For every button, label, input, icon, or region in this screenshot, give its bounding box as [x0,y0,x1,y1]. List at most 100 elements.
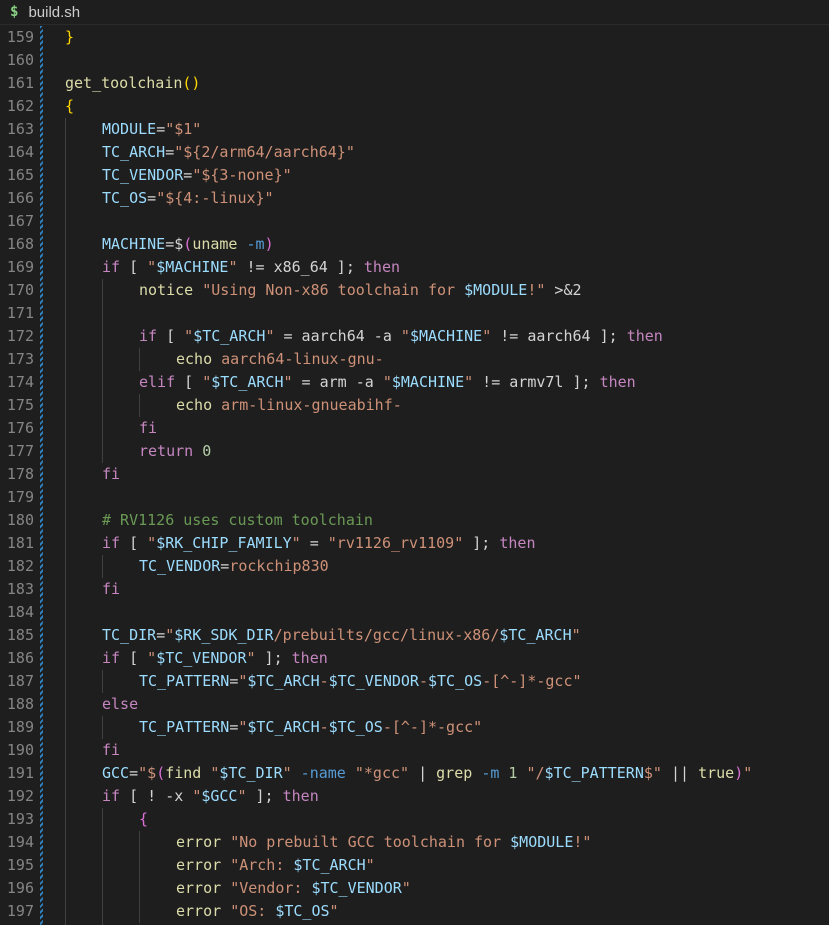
line-number: 172 [6,327,34,345]
code-line[interactable]: 188 else [0,693,829,716]
code-line[interactable]: 161 get_toolchain() [0,72,829,95]
code-line[interactable]: 175 echo arm-linux-gnueabihf- [0,394,829,417]
code-line[interactable]: 194 error "No prebuilt GCC toolchain for … [0,831,829,854]
editor-tab[interactable]: $ build.sh [0,0,829,25]
code-line[interactable]: 167 [0,210,829,233]
code-line[interactable]: 187 TC_PATTERN="$TC_ARCH-$TC_VENDOR-$TC_O… [0,670,829,693]
indent-guide [65,141,66,164]
code-line[interactable]: 176 fi [0,417,829,440]
code-token: then [499,534,536,552]
code-text: TC_OS="${4:-linux}" [102,187,274,210]
indent-guide [65,900,66,923]
code-token: error [176,856,231,874]
code-line[interactable]: 182 TC_VENDOR=rockchip830 [0,555,829,578]
line-number: 194 [6,833,34,851]
code-token: TC_VENDOR [102,166,184,184]
code-token: { [139,810,149,828]
git-diff-gutter-marker [40,210,43,233]
code-token: $TC_OS [328,718,383,736]
git-diff-gutter-marker [40,118,43,141]
code-line[interactable]: 165 TC_VENDOR="${3-none}" [0,164,829,187]
code-text: error "OS: $TC_OS" [176,900,339,923]
code-line[interactable]: 179 [0,486,829,509]
code-editor[interactable]: 159} 160 161 get_toolchain() 162{163 MODULE="… [0,25,829,925]
indent-guide [65,417,66,440]
code-line[interactable]: 174 elif [ "$TC_ARCH" = arm -a "$MACHINE"… [0,371,829,394]
code-token: "${2/arm64/aarch64}" [174,143,355,161]
code-line[interactable]: 172 if [ "$TC_ARCH" = aarch64 -a "$MACHIN… [0,325,829,348]
git-diff-gutter-marker [40,693,43,716]
code-token: != aarch64 ]; [491,327,627,345]
code-token: fi [102,741,121,759]
code-line[interactable]: 178 fi [0,463,829,486]
code-token: TC_OS [102,189,148,207]
line-number: 192 [6,787,34,805]
code-token: then [626,327,663,345]
code-line[interactable]: 164 TC_ARCH="${2/arm64/aarch64}" [0,141,829,164]
line-number: 188 [6,695,34,713]
code-text: if [ "$TC_ARCH" = aarch64 -a "$MACHINE" … [139,325,663,348]
code-text: error "No prebuilt GCC toolchain for $MO… [176,831,591,854]
code-line[interactable]: 173 echo aarch64-linux-gnu- [0,348,829,371]
code-token: = [147,189,157,207]
code-token: then [282,787,319,805]
code-token: "${4:-linux}" [156,189,274,207]
code-token: $GCC [201,787,238,805]
code-text: echo aarch64-linux-gnu- [176,348,384,371]
code-token: GCC [102,764,130,782]
line-number: 168 [6,235,34,253]
code-token: $TC_DIR [219,764,283,782]
code-line[interactable]: 186 if [ "$TC_VENDOR" ]; then [0,647,829,670]
code-text: TC_PATTERN="$TC_ARCH-$TC_VENDOR-$TC_OS-[… [139,670,582,693]
code-line[interactable]: 171 [0,302,829,325]
code-line[interactable]: 169 if [ "$MACHINE" != x86_64 ]; then [0,256,829,279]
code-line[interactable]: 177 return 0 [0,440,829,463]
indent-guide [102,670,103,693]
code-line[interactable]: 159} [0,26,829,49]
indent-guide [102,348,103,371]
code-line[interactable]: 166 TC_OS="${4:-linux}" [0,187,829,210]
code-line[interactable]: 160 [0,49,829,72]
line-number: 191 [6,764,34,782]
code-token: - [319,718,329,736]
code-token: =$ [165,235,184,253]
code-line[interactable]: 197 error "OS: $TC_OS" [0,900,829,923]
code-line[interactable]: 196 error "Vendor: $TC_VENDOR" [0,877,829,900]
code-token: 1 [508,764,527,782]
code-line[interactable]: 191 GCC="$(find "$TC_DIR" -name "*gcc" | … [0,762,829,785]
code-text: { [65,95,74,118]
code-token: "$ [138,764,157,782]
code-text: fi [102,463,120,486]
indent-guide [65,279,66,302]
code-token: $TC_VENDOR [328,672,419,690]
code-line[interactable]: 193 { [0,808,829,831]
code-token: elif [139,373,176,391]
line-number: 169 [6,258,34,276]
code-line[interactable]: 195 error "Arch: $TC_ARCH" [0,854,829,877]
code-line[interactable]: 180 # RV1126 uses custom toolchain [0,509,829,532]
code-token: "Using Non-x86 toolchain for [202,281,465,299]
code-token: " [482,327,492,345]
code-line[interactable]: 168 MACHINE=$(uname -m) [0,233,829,256]
code-line[interactable]: 181 if [ "$RK_CHIP_FAMILY" = "rv1126_rv11… [0,532,829,555]
code-line[interactable]: 189 TC_PATTERN="$TC_ARCH-$TC_OS-[^-]*-gcc… [0,716,829,739]
git-diff-gutter-marker [40,325,43,348]
code-line[interactable]: 163 MODULE="$1" [0,118,829,141]
code-token: "Arch: [230,856,294,874]
git-diff-gutter-marker [40,26,43,49]
code-line[interactable]: 192 if [ ! -x "$GCC" ]; then [0,785,829,808]
code-token: # RV1126 uses custom toolchain [102,511,373,529]
code-text: if [ "$RK_CHIP_FAMILY" = "rv1126_rv1109"… [102,532,536,555]
code-line[interactable]: 190 fi [0,739,829,762]
code-token: echo [176,350,222,368]
git-diff-gutter-marker [40,555,43,578]
code-line[interactable]: 170 notice "Using Non-x86 toolchain for $… [0,279,829,302]
line-number: 173 [6,350,34,368]
code-line[interactable]: 184 [0,601,829,624]
code-token: $MACHINE [409,327,483,345]
code-line[interactable]: 183 fi [0,578,829,601]
indent-guide [65,118,66,141]
code-line[interactable]: 185 TC_DIR="$RK_SDK_DIR/prebuilts/gcc/lin… [0,624,829,647]
code-token: arm-linux-gnueabihf- [221,396,402,414]
code-line[interactable]: 162 { [0,95,829,118]
